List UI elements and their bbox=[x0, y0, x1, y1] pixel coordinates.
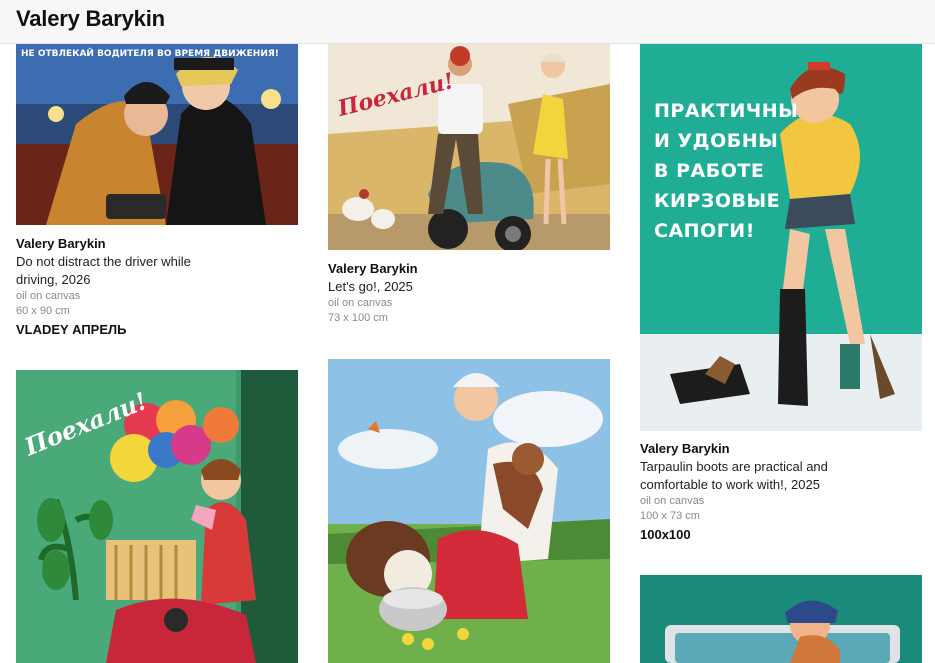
artwork-title[interactable]: Let's go!, 2025 bbox=[328, 278, 610, 296]
artwork-card-1[interactable]: НЕ ОТВЛЕКАЙ ВОДИТЕЛЯ ВО ВРЕМЯ ДВИЖЕНИЯ! … bbox=[16, 44, 298, 344]
artist-name[interactable]: Valery Barykin bbox=[16, 235, 298, 253]
artwork-image-6[interactable] bbox=[640, 575, 922, 663]
page-title: Valery Barykin bbox=[16, 6, 165, 31]
artwork-size: 60 x 90 cm bbox=[16, 305, 70, 317]
artwork-card-4[interactable]: Поехали! bbox=[16, 370, 298, 663]
artwork-image-1[interactable]: НЕ ОТВЛЕКАЙ ВОДИТЕЛЯ ВО ВРЕМЯ ДВИЖЕНИЯ! bbox=[16, 44, 298, 225]
artwork-card-3[interactable]: ПРАКТИЧНЫ И УДОБНЫ В РАБОТЕ КИРЗОВЫЕ САП… bbox=[640, 44, 922, 544]
artist-name[interactable]: Valery Barykin bbox=[640, 440, 922, 458]
artwork-card-5[interactable] bbox=[328, 359, 610, 663]
artwork-medium: oil on canvas bbox=[640, 495, 705, 507]
poster-text-3: ПРАКТИЧНЫ И УДОБНЫ В РАБОТЕ КИРЗОВЫЕ САП… bbox=[654, 100, 799, 242]
artwork-image-4[interactable]: Поехали! bbox=[16, 370, 298, 663]
gallery-name[interactable]: VLADEY АПРЕЛЬ bbox=[16, 320, 298, 340]
artwork-image-5[interactable] bbox=[328, 359, 610, 663]
artwork-meta-3: Valery Barykin Tarpaulin boots are pract… bbox=[640, 440, 922, 545]
artwork-size: 100 x 73 cm bbox=[640, 510, 700, 522]
artist-name[interactable]: Valery Barykin bbox=[328, 260, 610, 278]
artwork-meta-2: Valery Barykin Let's go!, 2025 oil on ca… bbox=[328, 260, 610, 326]
artwork-meta-1: Valery Barykin Do not distract the drive… bbox=[16, 235, 298, 340]
artwork-card-2[interactable]: Поехали! Valery Barykin Let's go!, 2025 … bbox=[328, 44, 610, 334]
artwork-size: 73 x 100 cm bbox=[328, 312, 388, 324]
artwork-title[interactable]: Tarpaulin boots are practical and comfor… bbox=[640, 458, 870, 494]
artwork-medium: oil on canvas bbox=[328, 297, 393, 309]
artwork-image-2[interactable]: Поехали! bbox=[328, 44, 610, 250]
artwork-medium: oil on canvas bbox=[16, 290, 81, 302]
artwork-image-3[interactable]: ПРАКТИЧНЫ И УДОБНЫ В РАБОТЕ КИРЗОВЫЕ САП… bbox=[640, 44, 922, 431]
page-header: Valery Barykin bbox=[0, 0, 935, 44]
artwork-title[interactable]: Do not distract the driver while driving… bbox=[16, 253, 236, 289]
gallery-name[interactable]: 100x100 bbox=[640, 525, 922, 545]
poster-text-1: НЕ ОТВЛЕКАЙ ВОДИТЕЛЯ ВО ВРЕМЯ ДВИЖЕНИЯ! bbox=[21, 47, 279, 59]
artwork-card-6[interactable] bbox=[640, 575, 922, 663]
